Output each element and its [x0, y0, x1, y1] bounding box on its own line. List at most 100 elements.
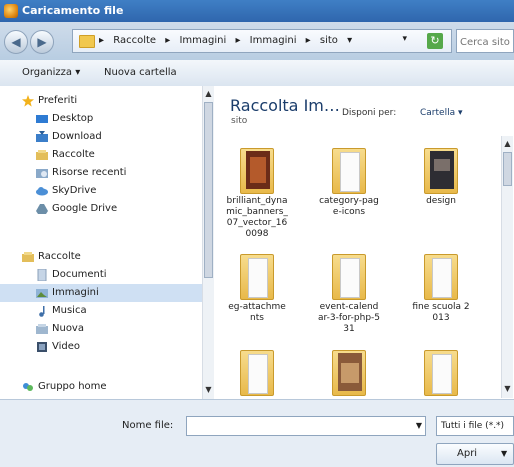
refresh-icon[interactable]: ↻: [427, 33, 443, 49]
chevron-down-icon[interactable]: ▼: [413, 418, 425, 434]
toolbar: Organizza ▾ Nuova cartella: [0, 60, 514, 87]
navigation-scrollbar[interactable]: ▲ ▼: [202, 86, 214, 399]
sidebar-item-label: Immagini: [52, 287, 99, 298]
sidebar-item-nuova[interactable]: Nuova: [0, 320, 202, 338]
chevron-down-icon[interactable]: ▼: [501, 444, 507, 464]
folder-icon: [418, 254, 464, 300]
page-title: Raccolta Im…: [230, 96, 340, 115]
sidebar-item-label: Raccolte: [38, 251, 81, 262]
documents-icon: [37, 269, 47, 281]
chevron-down-icon[interactable]: ▾: [402, 34, 407, 44]
folder-item[interactable]: [410, 350, 472, 398]
folder-icon: [418, 350, 464, 396]
sidebar-item-label: Desktop: [52, 113, 94, 124]
sidebar-item-label: Gruppo home: [38, 381, 107, 392]
pictures-icon: [36, 289, 48, 298]
arrange-by-label: Disponi per:: [342, 108, 397, 118]
sidebar-item-skydrive[interactable]: SkyDrive: [0, 182, 202, 200]
folder-icon: [326, 350, 372, 396]
folder-icon: [326, 148, 372, 194]
folder-icon: [234, 254, 280, 300]
video-icon: [37, 342, 47, 352]
open-button[interactable]: Apri ▼: [436, 443, 514, 465]
filename-label: Nome file:: [122, 420, 174, 431]
folder-name: fine scuola 2013: [412, 302, 470, 323]
scrollbar-thumb[interactable]: [204, 102, 213, 278]
window-title: Caricamento file: [22, 4, 124, 17]
scrollbar-thumb[interactable]: [503, 152, 512, 186]
sidebar-item-favorites[interactable]: Preferiti: [0, 92, 202, 110]
app-icon: [4, 4, 18, 18]
sidebar-item-label: SkyDrive: [52, 185, 97, 196]
search-box[interactable]: [456, 29, 514, 53]
library-icon: [36, 150, 48, 160]
breadcrumb-item[interactable]: sito: [320, 35, 338, 46]
sidebar-item-label: Download: [52, 131, 102, 142]
sidebar-item-label: Documenti: [52, 269, 107, 280]
folder-name: event-calendar-3-for-php-531: [318, 302, 381, 334]
folder-name: eg-attachments: [228, 302, 286, 323]
scroll-down-icon[interactable]: ▼: [503, 383, 512, 395]
sidebar-item-pictures[interactable]: Immagini: [0, 284, 202, 302]
sidebar-item-desktop[interactable]: Desktop: [0, 110, 202, 128]
new-folder-button[interactable]: Nuova cartella: [104, 67, 177, 78]
search-input[interactable]: [458, 31, 514, 53]
star-icon: [22, 95, 34, 107]
folder-item[interactable]: fine scuola 2013: [410, 254, 472, 324]
sidebar-item-libraries[interactable]: Raccolte: [0, 146, 202, 164]
content-pane: Raccolta Im… sito Disponi per: Cartella …: [214, 86, 514, 399]
navigation-pane: Preferiti Desktop Download Raccolte Riso…: [0, 86, 214, 399]
open-button-label: Apri: [457, 448, 478, 459]
folder-item[interactable]: category-page-icons: [318, 148, 380, 218]
folder-icon: [234, 350, 280, 396]
sidebar-item-label: Nuova: [52, 323, 84, 334]
cloud-icon: [36, 187, 48, 196]
music-icon: [39, 306, 45, 317]
arrange-by-dropdown[interactable]: Cartella ▾: [420, 108, 463, 118]
folder-item[interactable]: eg-attachments: [226, 254, 288, 324]
library-icon: [36, 324, 48, 334]
sidebar-item-google-drive[interactable]: Google Drive: [0, 200, 202, 218]
file-type-select[interactable]: Tutti i file (*.*): [436, 416, 514, 436]
breadcrumb-item[interactable]: Raccolte: [113, 35, 156, 46]
scroll-up-icon[interactable]: ▲: [204, 88, 213, 100]
sidebar-item-homegroup[interactable]: Gruppo home: [0, 378, 202, 396]
breadcrumb-separator: ▸: [235, 35, 241, 46]
sidebar-item-label: Raccolte: [52, 149, 95, 160]
breadcrumb-item[interactable]: Immagini: [179, 35, 226, 46]
sidebar-item-label: Risorse recenti: [52, 167, 127, 178]
sidebar-item-video[interactable]: Video: [0, 338, 202, 356]
forward-button[interactable]: ▶: [30, 30, 54, 54]
folder-item[interactable]: event-calendar-3-for-php-531: [318, 254, 380, 335]
library-icon: [22, 252, 34, 262]
back-button[interactable]: ◀: [4, 30, 28, 54]
scroll-up-icon[interactable]: ▲: [503, 138, 512, 150]
breadcrumb-separator: ▸: [99, 35, 105, 46]
chevron-down-icon: ▾: [75, 67, 81, 78]
folder-item[interactable]: [226, 350, 288, 398]
sidebar-item-libraries-header[interactable]: Raccolte: [0, 248, 202, 266]
library-subtitle: sito: [231, 116, 248, 126]
folder-item[interactable]: design: [410, 148, 472, 207]
sidebar-item-documents[interactable]: Documenti: [0, 266, 202, 284]
address-bar[interactable]: ▸ Raccolte ▸ Immagini ▸ Immagini ▸ sito …: [72, 29, 452, 53]
folder-item[interactable]: brilliant_dynamic_banners_07_vector_1600…: [226, 148, 288, 240]
breadcrumb-item[interactable]: Immagini: [250, 35, 297, 46]
breadcrumb-separator: ▸: [305, 35, 311, 46]
folder-name: brilliant_dynamic_banners_07_vector_1600…: [226, 196, 288, 239]
google-drive-icon: [36, 204, 48, 214]
sidebar-item-music[interactable]: Musica: [0, 302, 202, 320]
content-scrollbar[interactable]: ▲ ▼: [501, 136, 513, 398]
recent-places-icon: [36, 169, 48, 178]
filename-input[interactable]: [186, 416, 426, 436]
sidebar-item-download[interactable]: Download: [0, 128, 202, 146]
scroll-down-icon[interactable]: ▼: [204, 384, 213, 396]
folder-item[interactable]: [318, 350, 380, 398]
folder-icon: [79, 35, 95, 48]
sidebar-item-label: Preferiti: [38, 95, 78, 106]
sidebar-item-recent[interactable]: Risorse recenti: [0, 164, 202, 182]
homegroup-icon: [23, 383, 33, 391]
folder-name: design: [426, 196, 456, 206]
organize-button[interactable]: Organizza ▾: [22, 67, 80, 78]
footer: Nome file: ▼ Tutti i file (*.*) Apri ▼: [0, 399, 514, 467]
